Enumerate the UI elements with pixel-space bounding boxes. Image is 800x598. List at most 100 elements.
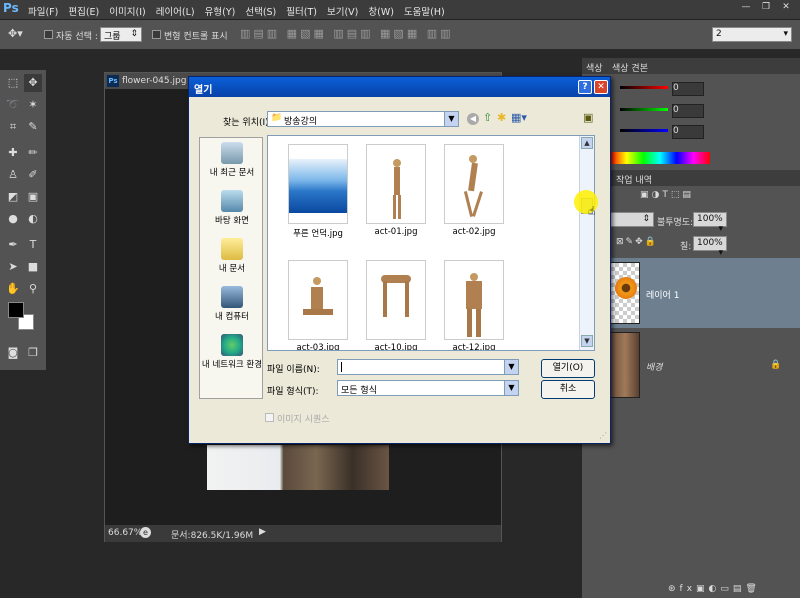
blend-mode-dropdown[interactable]: ⇕ xyxy=(610,212,654,227)
foreground-color[interactable] xyxy=(8,302,24,318)
eyedropper-icon[interactable]: ✎ xyxy=(24,118,42,136)
file-item[interactable]: act-03.jpg xyxy=(278,260,358,350)
green-value[interactable]: 0 xyxy=(672,104,704,118)
layer-row-layer1[interactable]: 레이어 1 xyxy=(608,258,800,328)
restore-icon[interactable]: ❐ xyxy=(758,2,774,16)
scroll-up-arrow[interactable]: ▲ xyxy=(581,137,593,149)
hand-tool-icon[interactable]: ✋ xyxy=(4,280,22,298)
menu-select[interactable]: 선택(S) xyxy=(245,4,276,18)
color-spectrum[interactable] xyxy=(610,152,710,164)
place-my-computer[interactable]: 내 컴퓨터 xyxy=(200,286,264,322)
gradient-tool-icon[interactable]: ▣ xyxy=(24,188,42,206)
help-button[interactable]: ? xyxy=(578,80,592,94)
screen-mode-icon[interactable]: ❐ xyxy=(24,344,42,362)
file-item[interactable]: act-10.jpg xyxy=(356,260,436,350)
transform-controls-checkbox[interactable] xyxy=(152,30,161,39)
blue-value[interactable]: 0 xyxy=(672,125,704,139)
filename-input[interactable]: ▼ xyxy=(337,359,519,375)
mannequin-body xyxy=(311,287,323,309)
marquee-tool-icon[interactable]: ⬚ xyxy=(4,74,22,92)
layer1-name[interactable]: 레이어 1 xyxy=(646,288,679,301)
file-thumbnail xyxy=(366,260,426,340)
quick-mask-icon[interactable]: ◙ xyxy=(4,344,22,362)
background-layer-name[interactable]: 배경 xyxy=(646,360,663,373)
view-menu-icon[interactable]: ▦▾ xyxy=(511,111,527,124)
place-my-documents[interactable]: 내 문서 xyxy=(200,238,264,274)
opacity-input[interactable]: 100% ▾ xyxy=(693,212,727,234)
blue-slider[interactable] xyxy=(620,129,668,132)
file-item[interactable]: 푸른 언덕.jpg xyxy=(278,144,358,239)
status-arrow-icon[interactable]: ▶ xyxy=(259,527,266,537)
tab-swatches[interactable]: 색상 견본 xyxy=(612,61,648,74)
layer-panel-footer-icons[interactable]: ⊛fx▣◐▭▤🗑 xyxy=(668,584,761,594)
shape-tool-icon[interactable]: ■ xyxy=(24,258,42,276)
menu-file[interactable]: 파일(F) xyxy=(28,4,58,18)
layer-filter-icons[interactable]: ▣◑T⬚▤ xyxy=(640,190,694,200)
fill-input[interactable]: 100% ▾ xyxy=(693,236,727,258)
place-network[interactable]: 내 네트워크 환경 xyxy=(200,334,264,370)
menu-help[interactable]: 도움말(H) xyxy=(404,4,445,18)
brush-tool-icon[interactable]: ✏ xyxy=(24,144,42,162)
menu-type[interactable]: 유형(Y) xyxy=(205,4,236,18)
auto-select-dropdown[interactable]: 그룹 ⇕ xyxy=(100,27,142,42)
canvas-image[interactable] xyxy=(207,445,389,490)
move-tool-icon[interactable]: ✥▾ xyxy=(8,27,23,40)
zoom-tool-icon[interactable]: ⚲ xyxy=(24,280,42,298)
lasso-tool-icon[interactable]: ➰ xyxy=(4,96,22,114)
up-folder-icon[interactable]: ⇧ xyxy=(483,111,492,124)
cancel-button[interactable]: 취소 xyxy=(541,380,595,399)
type-tool-icon[interactable]: T xyxy=(24,236,42,254)
status-info-icon[interactable]: e xyxy=(140,527,151,538)
place-desktop[interactable]: 바탕 화면 xyxy=(200,190,264,226)
back-icon[interactable]: ◀ xyxy=(467,113,479,125)
pen-tool-icon[interactable]: ✒ xyxy=(4,236,22,254)
menu-image[interactable]: 이미지(I) xyxy=(109,4,145,18)
new-folder-icon[interactable]: ✱ xyxy=(497,111,506,124)
eraser-icon[interactable]: ◩ xyxy=(4,188,22,206)
scroll-down-arrow[interactable]: ▼ xyxy=(581,335,593,347)
zoom-level[interactable]: 66.67% xyxy=(108,528,142,538)
auto-select-checkbox[interactable] xyxy=(44,30,53,39)
adobe-dialog-icon[interactable]: ▣ xyxy=(583,111,593,124)
crop-tool-icon[interactable]: ⌗ xyxy=(4,118,22,136)
green-slider[interactable] xyxy=(620,108,668,111)
path-select-icon[interactable]: ➤ xyxy=(4,258,22,276)
file-item[interactable]: act-12.jpg xyxy=(434,260,514,350)
chevron-down-icon[interactable]: ▼ xyxy=(504,381,518,395)
dodge-tool-icon[interactable]: ◐ xyxy=(24,210,42,228)
dialog-close-button[interactable]: ✕ xyxy=(594,80,608,94)
filetype-dropdown[interactable]: 모든 형식 ▼ xyxy=(337,380,519,396)
align-icons[interactable]: ▥▤▥ ▦▧▦ ▥▤▥ ▦▧▦ ▥▥ xyxy=(240,27,454,40)
move-tool-icon[interactable]: ✥ xyxy=(24,74,42,92)
look-in-dropdown[interactable]: 📁 방송강의 ▼ xyxy=(267,111,459,127)
history-brush-icon[interactable]: ✐ xyxy=(24,166,42,184)
resize-grip-icon[interactable]: ⋰ xyxy=(599,431,607,440)
place-recent[interactable]: 내 최근 문서 xyxy=(200,142,264,178)
close-icon[interactable]: ✕ xyxy=(778,2,794,16)
file-item[interactable]: act-01.jpg xyxy=(356,144,436,237)
image-sequence-checkbox[interactable] xyxy=(265,413,274,422)
blur-tool-icon[interactable]: ● xyxy=(4,210,22,228)
menu-window[interactable]: 창(W) xyxy=(368,4,394,18)
open-button[interactable]: 열기(O) xyxy=(541,359,595,378)
menu-layer[interactable]: 레이어(L) xyxy=(156,4,195,18)
tab-history[interactable]: 작업 내역 xyxy=(616,173,652,186)
workspace-dropdown[interactable]: 2 ▾ xyxy=(712,27,792,42)
magic-wand-icon[interactable]: ✶ xyxy=(24,96,42,114)
menu-view[interactable]: 보기(V) xyxy=(327,4,358,18)
layer-row-background[interactable]: 배경 🔒 xyxy=(608,330,800,400)
menu-filter[interactable]: 필터(T) xyxy=(286,4,317,18)
chevron-down-icon[interactable]: ▼ xyxy=(444,112,458,126)
minimize-icon[interactable]: — xyxy=(738,2,754,16)
clone-stamp-icon[interactable]: ♙ xyxy=(4,166,22,184)
menu-edit[interactable]: 편집(E) xyxy=(68,4,99,18)
red-slider[interactable] xyxy=(620,86,668,89)
lock-icons[interactable]: ⊠✎✥🔒 xyxy=(616,237,658,247)
chevron-down-icon[interactable]: ▼ xyxy=(504,360,518,374)
text-cursor xyxy=(341,362,342,372)
tab-color[interactable]: 색상 xyxy=(586,61,603,74)
file-item[interactable]: act-02.jpg xyxy=(434,144,514,237)
vertical-scrollbar[interactable]: ▲ ▼ xyxy=(579,136,594,350)
red-value[interactable]: 0 xyxy=(672,82,704,96)
healing-brush-icon[interactable]: ✚ xyxy=(4,144,22,162)
